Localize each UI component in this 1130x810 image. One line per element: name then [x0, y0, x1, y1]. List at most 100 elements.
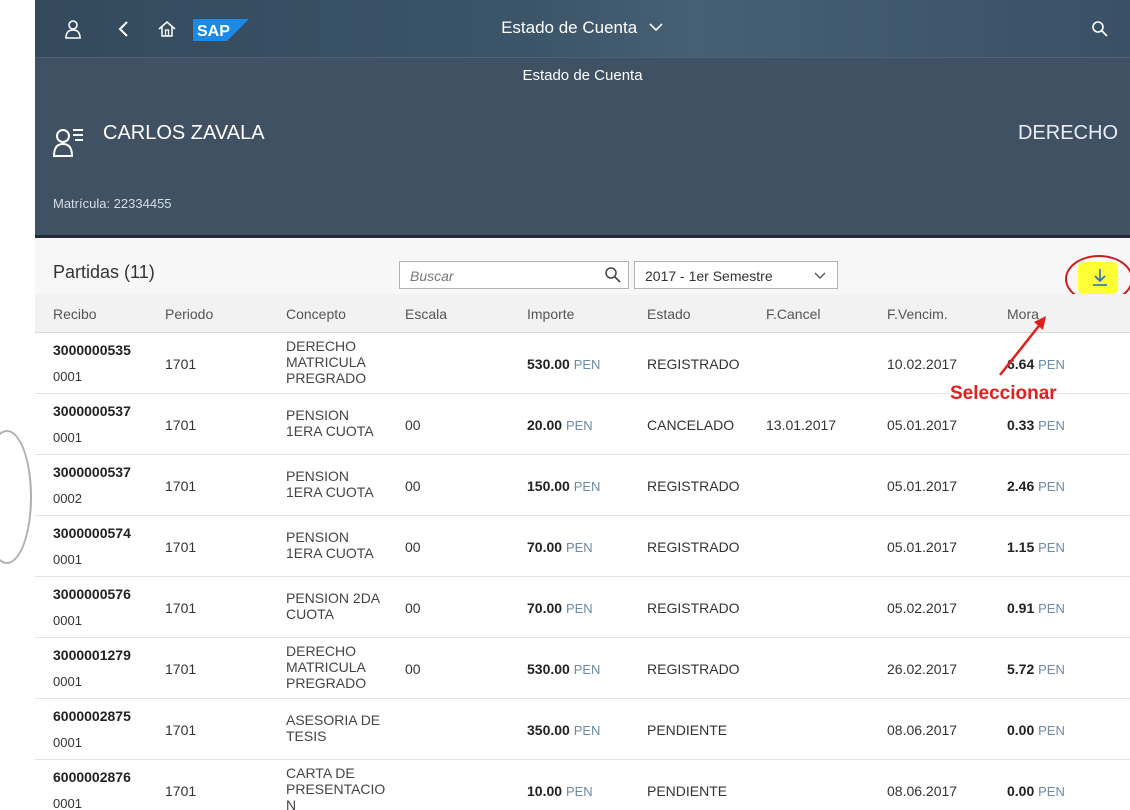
page-title: Estado de Cuenta: [522, 67, 643, 84]
table-header: Recibo Periodo Concepto Escala Importe E…: [35, 294, 1130, 333]
concepto-cell: PENSION 1ERA CUOTA: [286, 407, 374, 439]
fvencim-cell: 26.02.2017: [887, 661, 958, 677]
mora-value: 6.64: [1007, 356, 1035, 372]
fvencim-cell: 08.06.2017: [887, 722, 958, 738]
importe-value: 20.00: [527, 417, 563, 433]
concepto-cell: DERECHO MATRICULA PREGRADO: [286, 643, 367, 691]
mora-cell: 6.64 PEN: [1007, 356, 1065, 372]
importe-cell: 20.00 PEN: [527, 417, 593, 433]
user-list-icon: [53, 129, 83, 157]
importe-cell: 530.00 PEN: [527, 661, 600, 677]
escala-cell: 00: [405, 478, 421, 494]
col-escala[interactable]: Escala: [405, 306, 447, 322]
importe-cell: 70.00 PEN: [527, 539, 593, 555]
col-periodo[interactable]: Periodo: [165, 306, 213, 322]
fvencim-cell: 05.01.2017: [887, 417, 958, 433]
importe-cell: 70.00 PEN: [527, 600, 593, 616]
currency: PEN: [1038, 784, 1065, 799]
shell-title[interactable]: Estado de Cuenta: [35, 18, 1130, 38]
search-input[interactable]: Buscar: [399, 261, 629, 289]
object-header: CARLOS ZAVALA DERECHO Matrícula: 2233445…: [35, 95, 1130, 238]
importe-value: 150.00: [527, 478, 570, 494]
table-row[interactable]: 3000001279 0001 1701 DERECHO MATRICULA PREG…: [35, 638, 1130, 699]
concepto-cell: DERECHO MATRICULA PREGRADO: [286, 338, 367, 386]
recibo-position: 0001: [53, 369, 82, 384]
currency: PEN: [573, 662, 601, 677]
currency: PEN: [1038, 601, 1065, 616]
search-icon[interactable]: [604, 266, 622, 284]
fiori-app: SAP Estado de Cuenta Estado de Cuenta CA…: [35, 0, 1130, 810]
estado-cell: REGISTRADO: [647, 600, 740, 616]
periodo-cell: 1701: [165, 783, 197, 799]
currency: PEN: [565, 540, 593, 555]
escala-cell: 00: [405, 600, 421, 616]
chevron-down-icon: [814, 272, 826, 279]
currency: PEN: [1038, 357, 1065, 372]
page-subheader: Estado de Cuenta: [35, 57, 1130, 95]
currency: PEN: [1038, 723, 1065, 738]
recibo-position: 0001: [53, 430, 82, 445]
importe-value: 70.00: [527, 600, 563, 616]
semester-value: 2017 - 1er Semestre: [645, 268, 773, 284]
currency: PEN: [1038, 540, 1065, 555]
importe-value: 70.00: [527, 539, 563, 555]
importe-value: 530.00: [527, 356, 570, 372]
col-estado[interactable]: Estado: [647, 306, 691, 322]
mora-cell: 0.00 PEN: [1007, 722, 1065, 738]
mora-cell: 0.00 PEN: [1007, 783, 1065, 799]
recibo-number: 6000002876: [53, 769, 131, 785]
currency: PEN: [565, 784, 593, 799]
currency: PEN: [1038, 418, 1065, 433]
importe-value: 530.00: [527, 661, 570, 677]
table-row[interactable]: 6000002876 0001 1701 CARTA DE PRESENTACIO N…: [35, 760, 1130, 810]
mora-value: 0.33: [1007, 417, 1035, 433]
table-title: Partidas (11): [53, 262, 155, 282]
estado-cell: REGISTRADO: [647, 539, 740, 555]
student-name: CARLOS ZAVALA: [103, 122, 265, 144]
fvencim-cell: 05.02.2017: [887, 600, 958, 616]
periodo-cell: 1701: [165, 661, 197, 677]
search-icon[interactable]: [1089, 18, 1111, 40]
periodo-cell: 1701: [165, 417, 197, 433]
estado-cell: REGISTRADO: [647, 661, 740, 677]
table-row[interactable]: 6000002875 0001 1701 ASESORIA DE TESIS 350.0…: [35, 699, 1130, 760]
escala-cell: 00: [405, 539, 421, 555]
col-mora[interactable]: Mora: [1007, 306, 1039, 322]
escala-cell: 00: [405, 417, 421, 433]
matricula: Matrícula: 22334455: [53, 196, 172, 211]
col-concepto[interactable]: Concepto: [286, 306, 346, 322]
col-fvencim[interactable]: F.Vencim.: [887, 306, 948, 322]
currency: PEN: [565, 601, 593, 616]
table-row[interactable]: 3000000537 0002 1701 PENSION 1ERA CUOTA 00 15…: [35, 455, 1130, 516]
col-recibo[interactable]: Recibo: [53, 306, 97, 322]
recibo-position: 0001: [53, 735, 82, 750]
recibo-position: 0001: [53, 552, 82, 567]
importe-cell: 350.00 PEN: [527, 722, 600, 738]
col-fcancel[interactable]: F.Cancel: [766, 306, 820, 322]
importe-cell: 10.00 PEN: [527, 783, 593, 799]
estado-cell: CANCELADO: [647, 417, 735, 433]
escala-cell: 00: [405, 661, 421, 677]
shell-bar: SAP Estado de Cuenta: [35, 0, 1130, 57]
recibo-position: 0001: [53, 674, 82, 689]
search-placeholder: Buscar: [410, 268, 454, 284]
table-row[interactable]: 3000000574 0001 1701 PENSION 1ERA CUOTA 00 70…: [35, 516, 1130, 577]
recibo-number: 3000000537: [53, 403, 131, 419]
estado-cell: REGISTRADO: [647, 478, 740, 494]
fvencim-cell: 10.02.2017: [887, 356, 958, 372]
mora-value: 5.72: [1007, 661, 1035, 677]
semester-select[interactable]: 2017 - 1er Semestre: [634, 261, 838, 289]
currency: PEN: [573, 357, 601, 372]
table-row[interactable]: 3000000576 0001 1701 PENSION 2DA CUOTA 00 70.…: [35, 577, 1130, 638]
concepto-cell: CARTA DE PRESENTACIO N: [286, 765, 386, 810]
recibo-position: 0002: [53, 491, 82, 506]
concepto-cell: PENSION 2DA CUOTA: [286, 590, 380, 622]
fcancel-cell: 13.01.2017: [766, 417, 837, 433]
fvencim-cell: 05.01.2017: [887, 478, 958, 494]
col-importe[interactable]: Importe: [527, 306, 574, 322]
mora-cell: 5.72 PEN: [1007, 661, 1065, 677]
faculty-label: DERECHO: [1017, 122, 1118, 144]
periodo-cell: 1701: [165, 722, 197, 738]
annotation-label: Seleccionar: [950, 383, 1057, 404]
mora-value: 2.46: [1007, 478, 1035, 494]
